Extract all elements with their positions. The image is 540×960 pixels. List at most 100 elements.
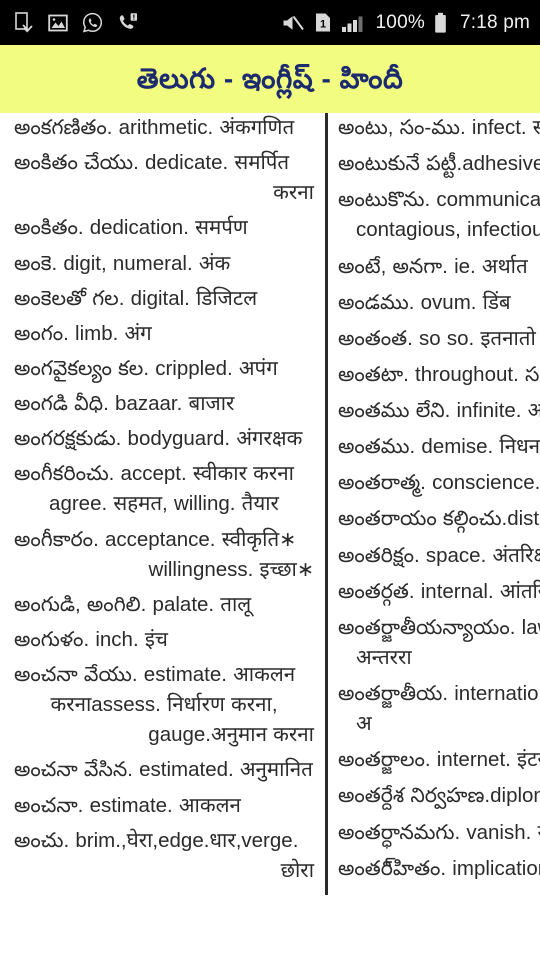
entry-text: అంటు, సం-ము. infect. संक्राम [338, 116, 540, 139]
entry-continuation: अ [356, 712, 372, 736]
app-header-bar: తెలుగు - ఇంగ్లీష్ - హిందీ [0, 45, 540, 113]
gallery-image-icon [48, 13, 68, 33]
dictionary-entry[interactable]: అంతర్జాతీయన్యాయం. law of अन्तररा [338, 613, 540, 673]
entry-text: అంతరాయం కల్గించు.disturb [338, 507, 540, 531]
dictionary-entry[interactable]: అంతటా. throughout. సర్వ [338, 360, 540, 390]
entry-text: అంగుడి, అంగిలి. palate. तालू [14, 592, 252, 616]
svg-text:1: 1 [319, 18, 325, 30]
entry-continuation: करनाassess. निर्धारण करना, [50, 693, 278, 717]
dictionary-entry[interactable]: అంగీకారం. acceptance. स्वीकृति∗ willingne… [14, 525, 314, 585]
dictionary-entry[interactable]: అంగడి వీధి. bazaar. बाजार [14, 389, 314, 419]
whatsapp-icon [82, 12, 103, 33]
entry-text: అంటుకునే పట్టీ.adhesive ta [338, 152, 540, 176]
dictionary-entry[interactable]: అంటే, అనగా. ie. अर्थात [338, 252, 540, 282]
dictionary-entry[interactable]: అంకితం చేయు. dedicate. समर्पित करना [14, 148, 314, 208]
entry-text: అంటుకొను. communicabl [338, 188, 540, 212]
entry-text: అంగీకారం. acceptance. स्वीकृति∗ [14, 527, 297, 551]
page-title: తెలుగు - ఇంగ్లీష్ - హిందీ [136, 63, 404, 94]
entry-text: అంతర్జాతీయన్యాయం. law of [338, 615, 540, 639]
dictionary-entry[interactable]: అంచనా వేయు. estimate. आकलन करनाassess. नि… [14, 660, 314, 750]
entry-text: అంతంత. so so. इतनातो [338, 326, 536, 350]
download-complete-icon [14, 11, 34, 34]
battery-percent-label: 100% [375, 11, 425, 33]
dictionary-entry[interactable]: అంగవైకల్యం కల. crippled. अपंग [14, 354, 314, 384]
dictionary-page-content[interactable]: అంకగణితం. arithmetic. अंकगणित అంకితం చేయు… [0, 113, 540, 960]
dictionary-entry[interactable]: అంతంత. so so. इतनातो [338, 324, 540, 354]
dictionary-entry[interactable]: అంటుకొను. communicabl contagious, infecti… [338, 185, 540, 245]
dictionary-entry[interactable]: అంతర్దేశ నిర్వహణ.diploma [338, 781, 540, 811]
dictionary-entry[interactable]: అంగం. limb. अंग [14, 319, 314, 349]
entry-continuation: छोरा [280, 858, 314, 882]
dictionary-entry[interactable]: అంతము లేని. infinite. अनंं [338, 396, 540, 426]
dictionary-entry[interactable]: అంగీకరించు. accept. स्वीकार करना agree. स… [14, 459, 314, 519]
entry-continuation: agree. सहमत, willing. तैयार [49, 492, 279, 516]
entry-text: అండము. ovum. डिंब [338, 290, 511, 314]
dictionary-entry[interactable]: అంకెలతో గల. digital. डिजिटल [14, 284, 314, 314]
sim-card-1-icon: 1 [314, 12, 332, 33]
entry-text: అంగరక్షకుడు. bodyguard. अंगरक्षक [14, 427, 303, 451]
dictionary-entry[interactable]: అంకె. digit, numeral. अंक [14, 249, 314, 279]
entry-text: అంచనా వేసిన. estimated. अनुमानित [14, 758, 313, 782]
entry-text: అంతరి్హితం. implication [338, 856, 540, 880]
entry-text: అంగడి వీధి. bazaar. बाजार [14, 392, 235, 415]
entry-text: అంగీకరించు. accept. स्वीकार करना [14, 462, 294, 486]
dictionary-columns: అంకగణితం. arithmetic. अंकगणित అంకితం చేయు… [0, 113, 540, 895]
entry-continuation: अन्तररा [356, 645, 412, 669]
entry-continuation: gauge.अनुमान करना [148, 723, 314, 747]
dictionary-entry[interactable]: అండము. ovum. डिंब [338, 288, 540, 318]
dictionary-entry[interactable]: అంచనా వేసిన. estimated. अनुमानित [14, 755, 314, 785]
dictionary-entry[interactable]: అంచనా. estimate. आकलन [14, 791, 314, 821]
entry-text: అంతర్జాతీయ. internationa [338, 682, 540, 705]
entry-text: అంకగణితం. arithmetic. अंकगणित [14, 116, 295, 139]
status-bar-system-icons: 1 100% 7:18 pm [281, 12, 530, 34]
dictionary-entry[interactable]: అంతరిక్షం. space. अंतरिक्ष [338, 541, 540, 571]
entry-text: అంతటా. throughout. సర్వ [338, 362, 540, 386]
entry-text: అంతము. demise. निधन [338, 435, 540, 459]
entry-text: అంచనా. estimate. आकलन [14, 793, 241, 817]
dictionary-entry[interactable]: అంతరాయం కల్గించు.disturb [338, 504, 540, 534]
dictionary-entry[interactable]: అంటుకునే పట్టీ.adhesive ta [338, 149, 540, 179]
signal-strength-icon [341, 13, 365, 33]
entry-text: అంతర్జాలం. internet. इंटरन [338, 748, 540, 772]
entry-text: అంకితం. dedication. समर्पण [14, 216, 248, 240]
dictionary-left-column: అంకగణితం. arithmetic. अंकगणित అంకితం చేయు… [0, 113, 325, 891]
entry-text: అంతము లేని. infinite. अनंं [338, 399, 540, 422]
dictionary-entry[interactable]: అంకగణితం. arithmetic. अंकगणित [14, 113, 314, 143]
clock-label: 7:18 pm [459, 11, 530, 33]
dictionary-entry[interactable]: అంతర్గత. internal. आंतरिक [338, 577, 540, 607]
dictionary-entry[interactable]: అంతర్జాతీయ. internationa अ [338, 679, 540, 739]
entry-text: అంకితం చేయు. dedicate. समर्पित [14, 151, 290, 175]
entry-text: అంటే, అనగా. ie. अर्थात [338, 254, 528, 278]
entry-text: అంచు. brim.,घेरा,edge.धार,verge. [14, 828, 299, 852]
dictionary-entry[interactable]: అంగరక్షకుడు. bodyguard. अंगरक्षक [14, 424, 314, 454]
entry-text: అంగవైకల్యం కల. crippled. अपंग [14, 356, 278, 380]
dictionary-entry[interactable]: అంకితం. dedication. समर्पण [14, 213, 314, 243]
status-bar-notification-icons [14, 11, 138, 34]
entry-text: అంతర్గత. internal. आंतरिक [338, 579, 540, 603]
dictionary-entry[interactable]: అంతర్ధానమగు. vanish. गाय [338, 818, 540, 848]
dictionary-entry[interactable]: అంతర్జాలం. internet. इंटरन [338, 745, 540, 775]
dictionary-entry[interactable]: అంతము. demise. निधन [338, 432, 540, 462]
dictionary-entry[interactable]: అంతరాత్మ. conscience. अं [338, 468, 540, 498]
dictionary-entry[interactable]: అంతరి్హితం. implication [338, 854, 540, 884]
entry-text: అంతరాత్మ. conscience. अं [338, 471, 540, 495]
status-bar: 1 100% 7:18 pm [0, 0, 540, 45]
entry-text: అంగం. limb. अंग [14, 321, 152, 345]
battery-full-icon [434, 12, 447, 34]
entry-continuation: करना [273, 181, 314, 205]
missed-call-icon [117, 12, 138, 33]
entry-text: అంచనా వేయు. estimate. आकलन [14, 663, 296, 686]
dictionary-entry[interactable]: అంటు, సం-ము. infect. संक्राम [338, 113, 540, 143]
mute-icon [281, 13, 305, 33]
dictionary-entry[interactable]: అంగుడి, అంగిలి. palate. तालू [14, 590, 314, 620]
entry-text: అంతర్దేశ నిర్వహణ.diploma [338, 784, 540, 808]
entry-continuation: contagious, infectiou [356, 218, 540, 242]
entry-text: అంకెలతో గల. digital. डिजिटल [14, 286, 258, 310]
dictionary-entry[interactable]: అంగుళం. inch. इंच [14, 625, 314, 655]
dictionary-entry[interactable]: అంచు. brim.,घेरा,edge.धार,verge. छोरा [14, 826, 314, 886]
entry-text: అంతరిక్షం. space. अंतरिक्ष [338, 543, 540, 567]
entry-text: అంకె. digit, numeral. अंक [14, 251, 231, 275]
entry-text: అంగుళం. inch. इंच [14, 627, 168, 651]
dictionary-right-column: అంటు, సం-ము. infect. संक्राम అంటుకునే పట్… [328, 113, 540, 890]
entry-text: అంతర్ధానమగు. vanish. गाय [338, 820, 540, 844]
